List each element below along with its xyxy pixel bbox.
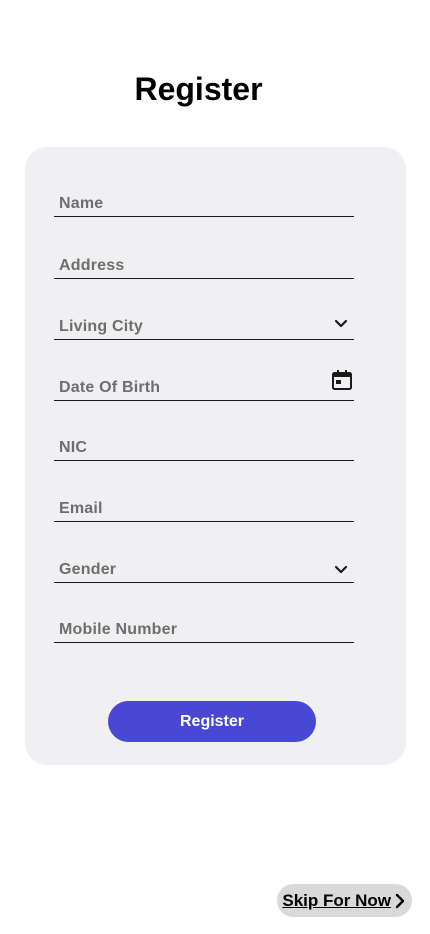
email-field[interactable]: Email <box>54 495 354 522</box>
address-field-label: Address <box>59 257 125 274</box>
mobile-number-label: Mobile Number <box>59 621 178 638</box>
date-of-birth-label: Date Of Birth <box>59 379 161 396</box>
page-title: Register <box>134 71 263 107</box>
gender-label: Gender <box>59 561 117 578</box>
living-city-select[interactable]: Living City <box>54 313 354 340</box>
living-city-label: Living City <box>59 318 143 335</box>
name-field-label: Name <box>59 195 104 212</box>
nic-field-label: NIC <box>59 439 88 456</box>
date-of-birth-field[interactable]: Date Of Birth <box>54 370 354 401</box>
calendar-icon[interactable] <box>331 369 353 391</box>
register-button[interactable]: Register <box>108 701 316 742</box>
gender-select[interactable]: Gender <box>54 556 354 583</box>
address-field[interactable]: Address <box>54 252 354 279</box>
chevron-right-icon <box>395 893 405 908</box>
skip-for-now-label: Skip For Now <box>282 890 391 910</box>
chevron-down-icon[interactable] <box>332 561 350 579</box>
skip-for-now-button[interactable]: Skip For Now <box>277 884 412 917</box>
email-field-label: Email <box>59 500 103 517</box>
chevron-down-icon[interactable] <box>332 315 350 333</box>
name-field[interactable]: Name <box>54 190 354 217</box>
mobile-number-field[interactable]: Mobile Number <box>54 616 354 643</box>
register-form-card: Name Address Living City Date Of Birth N… <box>25 147 406 765</box>
nic-field[interactable]: NIC <box>54 434 354 461</box>
